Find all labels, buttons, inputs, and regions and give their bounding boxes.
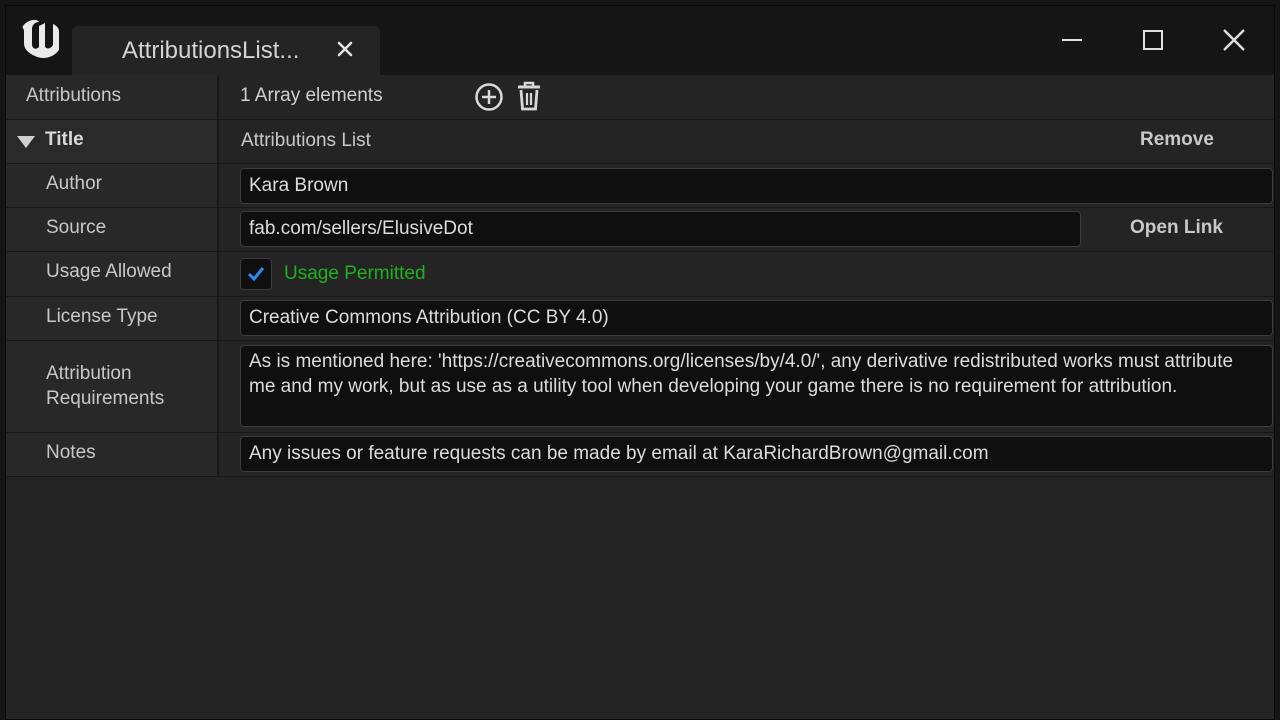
array-count-text: 1 Array elements [240, 85, 383, 106]
unreal-engine-logo-icon [22, 19, 60, 58]
attributions-label: Attributions [26, 85, 122, 106]
source-field[interactable]: fab.com/sellers/ElusiveDot [240, 211, 1081, 247]
author-field[interactable]: Kara Brown [240, 168, 1273, 204]
title-label: Title [45, 129, 84, 150]
source-label: Source [46, 217, 107, 238]
attributions-array-row: Attributions 1 Array elements [6, 75, 1274, 120]
usage-allowed-checkbox[interactable] [240, 258, 272, 290]
add-element-icon[interactable] [474, 82, 504, 112]
notes-row: Notes Any issues or feature requests can… [6, 433, 1274, 477]
notes-field[interactable]: Any issues or feature requests can be ma… [240, 436, 1273, 472]
maximize-icon [1143, 30, 1163, 50]
license-type-field[interactable]: Creative Commons Attribution (CC BY 4.0) [240, 300, 1273, 336]
author-label: Author [46, 173, 102, 194]
title-row: Title Attributions List Remove [6, 120, 1274, 164]
source-row: Source fab.com/sellers/ElusiveDot Open L… [6, 208, 1274, 252]
close-tab-icon[interactable] [334, 38, 356, 60]
notes-label: Notes [46, 442, 96, 463]
author-row: Author Kara Brown [6, 164, 1274, 208]
usage-allowed-label: Usage Allowed [46, 261, 172, 282]
remove-button[interactable]: Remove [1140, 129, 1214, 151]
tab-title: AttributionsList... [122, 37, 300, 64]
close-icon [1223, 29, 1245, 51]
minimize-button[interactable] [1050, 18, 1094, 62]
maximize-button[interactable] [1131, 18, 1175, 62]
usage-status-text: Usage Permitted [284, 263, 426, 284]
collapse-arrow-icon[interactable] [16, 135, 36, 149]
title-value: Attributions List [241, 130, 371, 151]
tab-attributions-list[interactable]: AttributionsList... [72, 26, 380, 75]
attribution-requirements-field[interactable]: As is mentioned here: 'https://creativec… [240, 345, 1273, 427]
editor-window: AttributionsList... Attributions 1 Array… [5, 5, 1275, 720]
usage-allowed-row: Usage Allowed Usage Permitted [6, 252, 1274, 297]
attribution-requirements-label: Attribution Requirements [46, 363, 165, 409]
minimize-icon [1062, 39, 1082, 41]
license-type-label: License Type [46, 306, 158, 327]
close-window-button[interactable] [1212, 18, 1256, 62]
delete-all-icon[interactable] [515, 81, 543, 111]
attribution-requirements-row: Attribution Requirements As is mentioned… [6, 341, 1274, 433]
title-bar: AttributionsList... [6, 6, 1274, 75]
checkmark-icon [247, 267, 265, 282]
open-link-button[interactable]: Open Link [1130, 217, 1223, 239]
license-type-row: License Type Creative Commons Attributio… [6, 297, 1274, 341]
